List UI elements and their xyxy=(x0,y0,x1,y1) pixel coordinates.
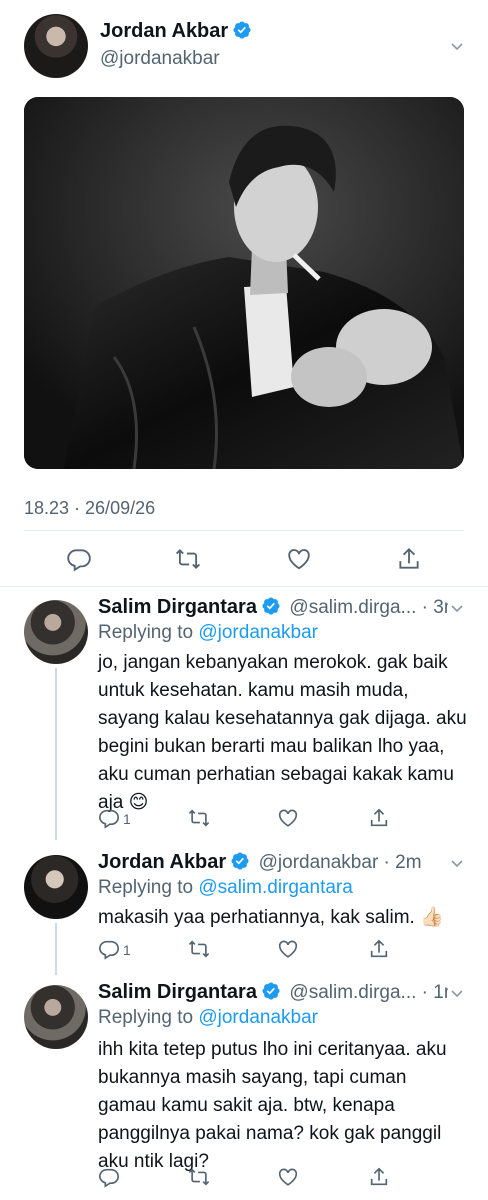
text-line: begini bukan berarti mau balikan lho yaa… xyxy=(98,736,445,757)
verified-badge-icon xyxy=(262,982,280,1000)
reply-3-header[interactable]: Salim Dirgantara @salim.dirga... · 1m xyxy=(98,981,448,1004)
thread-line xyxy=(55,923,57,975)
photo-illustration xyxy=(24,97,464,469)
retweet-icon[interactable] xyxy=(188,807,210,829)
chevron-down-icon[interactable] xyxy=(449,855,465,871)
text-line: ihh kita tetep putus lho ini ceritanyaa.… xyxy=(98,1039,447,1060)
like-icon[interactable] xyxy=(286,546,312,572)
replying-prefix: Replying to xyxy=(98,1007,199,1028)
like-icon[interactable] xyxy=(277,807,299,829)
reply-3-avatar[interactable] xyxy=(24,985,88,1049)
reply-2-text: makasih yaa perhatiannya, kak salim. 👍🏻 xyxy=(98,904,468,932)
reply-count: 1 xyxy=(123,811,131,827)
reply-3-author-name[interactable]: Salim Dirgantara xyxy=(98,981,257,1003)
reply-3-meta: @salim.dirga... · 1m xyxy=(289,982,448,1003)
chevron-down-icon[interactable] xyxy=(449,600,465,616)
share-icon[interactable] xyxy=(368,1166,390,1188)
chevron-down-icon[interactable] xyxy=(449,38,465,54)
text-line: untuk kesehatan. kamu masih muda, xyxy=(98,680,409,701)
retweet-icon[interactable] xyxy=(175,546,201,572)
replying-prefix: Replying to xyxy=(98,877,199,898)
reply-icon[interactable] xyxy=(98,1166,120,1188)
mention-link[interactable]: @jordanakbar xyxy=(198,1007,318,1028)
reply-1-header[interactable]: Salim Dirgantara @salim.dirga... · 3m xyxy=(98,596,448,619)
text-line: bukannya masih sayang, tapi cuman xyxy=(98,1067,407,1088)
reply-2-author-name[interactable]: Jordan Akbar xyxy=(98,851,226,873)
reply-1-author-name[interactable]: Salim Dirgantara xyxy=(98,596,257,618)
verified-badge-icon xyxy=(231,852,249,870)
retweet-icon[interactable] xyxy=(188,938,210,960)
reply-count: 1 xyxy=(123,942,131,958)
text-line: makasih yaa perhatiannya, kak salim. 👍🏻 xyxy=(98,907,444,928)
tweet-timestamp[interactable]: 18.23 · 26/09/26 xyxy=(24,498,155,519)
main-author-avatar[interactable] xyxy=(24,14,88,78)
reply-icon[interactable] xyxy=(98,938,120,960)
mention-link[interactable]: @salim.dirgantara xyxy=(198,877,352,898)
reply-2-replying-to: Replying to @salim.dirgantara xyxy=(98,877,353,899)
text-line: gamau kamu sakit aja. btw, kenapa xyxy=(98,1095,395,1116)
text-line: sayang kalau kesehatannya gak dijaga. ak… xyxy=(98,708,467,729)
reply-3-replying-to: Replying to @jordanakbar xyxy=(98,1007,318,1029)
text-line: aku cuman perhatian sebagai kakak kamu xyxy=(98,764,454,785)
like-icon[interactable] xyxy=(277,1166,299,1188)
divider xyxy=(24,530,464,531)
share-icon[interactable] xyxy=(396,546,422,572)
reply-2-header[interactable]: Jordan Akbar @jordanakbar · 2m xyxy=(98,851,448,874)
divider xyxy=(0,586,488,587)
verified-badge-icon xyxy=(233,21,251,39)
like-icon[interactable] xyxy=(277,938,299,960)
verified-badge-icon xyxy=(262,597,280,615)
thread-line xyxy=(55,668,57,840)
main-author-line[interactable]: Jordan Akbar xyxy=(100,20,252,43)
text-line: panggilnya pakai nama? kok gak panggil xyxy=(98,1123,442,1144)
chevron-down-icon[interactable] xyxy=(449,985,465,1001)
reply-1-text: jo, jangan kebanyakan merokok. gak baik … xyxy=(98,649,468,817)
main-author-handle[interactable]: @jordanakbar xyxy=(100,48,220,70)
reply-icon[interactable] xyxy=(98,807,120,829)
share-icon[interactable] xyxy=(368,938,390,960)
tweet-photo[interactable] xyxy=(24,97,464,469)
main-author-name[interactable]: Jordan Akbar xyxy=(100,20,228,42)
reply-1-meta: @salim.dirga... · 3m xyxy=(289,597,448,618)
reply-2-meta: @jordanakbar · 2m xyxy=(258,852,422,873)
reply-2-avatar[interactable] xyxy=(24,855,88,919)
mention-link[interactable]: @jordanakbar xyxy=(198,622,318,643)
replying-prefix: Replying to xyxy=(98,622,199,643)
text-line: jo, jangan kebanyakan merokok. gak baik xyxy=(98,652,448,673)
share-icon[interactable] xyxy=(368,807,390,829)
retweet-icon[interactable] xyxy=(188,1166,210,1188)
reply-1-avatar[interactable] xyxy=(24,600,88,664)
reply-3-text: ihh kita tetep putus lho ini ceritanyaa.… xyxy=(98,1036,468,1176)
reply-icon[interactable] xyxy=(66,546,92,572)
reply-1-replying-to: Replying to @jordanakbar xyxy=(98,622,318,644)
